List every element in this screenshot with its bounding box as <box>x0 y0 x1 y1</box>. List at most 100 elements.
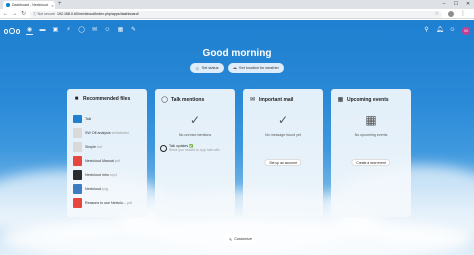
reload-icon[interactable]: ↻ <box>20 10 27 18</box>
file-name: Nextcloud Manual <box>85 159 114 163</box>
dashboard-panels: ■ Recommended files Talk SW Off analysis… <box>67 89 411 217</box>
file-ext: .png <box>100 187 108 191</box>
status-icon: ☺ <box>195 65 200 71</box>
browser-tab[interactable]: Dashboard - Nextcloud × <box>3 1 55 9</box>
contacts-menu-icon[interactable]: ☺ <box>449 26 456 35</box>
file-ext: .md <box>96 145 102 149</box>
panel-title: Talk mentions <box>171 96 205 103</box>
minimize-button[interactable]: – <box>438 0 450 9</box>
video-thumb-icon <box>73 170 82 180</box>
checkmark-icon: ✓ <box>189 113 201 127</box>
file-name: Simple <box>85 145 96 149</box>
new-tab-button[interactable]: + <box>58 1 62 8</box>
maximize-button[interactable]: ☐ <box>450 0 462 9</box>
app-menu: ◉ ▬ ▣ ⚡ ◯ ✉ ☺ ▦ ✎ <box>26 26 137 35</box>
activity-icon[interactable]: ⚡ <box>65 26 72 35</box>
empty-message: No upcoming events <box>354 133 388 137</box>
header-right: ⚲ 🔔︎ ☺ M <box>423 26 470 35</box>
upcoming-events-panel: ▦ Upcoming events ▦ No upcoming events C… <box>331 89 411 217</box>
folder-thumb-icon <box>73 115 82 123</box>
pdf-thumb-icon <box>73 198 82 208</box>
set-location-button[interactable]: ☁ Set location for weather <box>227 63 284 73</box>
calendar-icon[interactable]: ▦ <box>117 26 124 35</box>
contacts-icon[interactable]: ☺ <box>104 26 111 35</box>
back-icon[interactable]: ← <box>2 10 9 18</box>
nextcloud-logo-icon[interactable] <box>4 27 21 35</box>
photos-icon[interactable]: ▣ <box>52 26 59 35</box>
talk-icon: ◯ <box>161 97 168 103</box>
user-avatar[interactable]: M <box>462 26 470 35</box>
weather-icon: ☁ <box>232 65 238 70</box>
recommended-files-panel: ■ Recommended files Talk SW Off analysis… <box>67 89 147 217</box>
calendar-icon: ▦ <box>337 97 344 103</box>
talk-icon[interactable]: ◯ <box>78 26 85 35</box>
document-thumb-icon <box>73 142 82 152</box>
dashboard-background: ◉ ▬ ▣ ⚡ ◯ ✉ ☺ ▦ ✎ ⚲ 🔔︎ ☺ M Good morning … <box>0 20 474 255</box>
files-icon[interactable]: ▬ <box>39 26 46 35</box>
mention-subtitle: Since you moved to a pp talk with <box>169 148 220 153</box>
file-name: Talk <box>85 117 92 121</box>
panel-title: Recommended files <box>83 96 131 102</box>
url-text[interactable]: 192.168.0.60/nextcloud/index.php/apps/da… <box>57 12 139 16</box>
app-header: ◉ ▬ ▣ ⚡ ◯ ✉ ☺ ▦ ✎ ⚲ 🔔︎ ☺ M <box>0 20 474 42</box>
pencil-icon: ✎ <box>229 237 233 242</box>
not-secure-label[interactable]: ⓘ Not secure <box>33 12 55 17</box>
set-status-button[interactable]: ☺ Set status <box>190 63 224 73</box>
file-name: Nextcloud intro <box>85 173 109 177</box>
file-ext: .pdf <box>113 159 120 163</box>
forward-icon[interactable]: → <box>11 10 18 18</box>
set-status-label: Set status <box>201 66 219 70</box>
file-item[interactable]: Talk <box>73 112 145 126</box>
file-item[interactable]: Nextcloud intro.mp4 <box>73 168 145 182</box>
file-name: SW Off analysis <box>85 131 111 135</box>
browser-menu-icon[interactable]: ⋮ <box>460 10 466 18</box>
file-item[interactable]: Nextcloud.png <box>73 182 145 196</box>
bookmark-star-icon[interactable]: ☆ <box>435 11 439 18</box>
conversation-avatar-icon <box>160 144 167 152</box>
window-close-button[interactable]: ✕ <box>462 0 474 9</box>
document-thumb-icon <box>73 128 82 138</box>
file-item[interactable]: Simple.md <box>73 140 145 154</box>
notes-icon[interactable]: ✎ <box>130 26 137 35</box>
setup-account-button[interactable]: Set up an account <box>264 159 302 166</box>
tab-close-icon[interactable]: × <box>50 3 55 8</box>
file-name: Reasons to use Nextclo... <box>85 201 126 205</box>
set-location-label: Set location for weather <box>239 66 279 70</box>
customize-button[interactable]: ✎ Customize <box>224 234 258 244</box>
folder-icon: ■ <box>74 96 79 102</box>
mail-icon: ✉ <box>249 97 256 103</box>
mail-icon[interactable]: ✉ <box>91 26 98 35</box>
url-field[interactable]: ⓘ Not secure 192.168.0.60/nextcloud/inde… <box>30 10 442 18</box>
empty-message: No message found yet <box>265 133 301 137</box>
file-list: Talk SW Off analysis shitlabeled Simple.… <box>73 112 145 210</box>
file-ext: .pdf <box>125 201 132 205</box>
file-item[interactable]: SW Off analysis shitlabeled <box>73 126 145 140</box>
status-buttons: ☺ Set status ☁ Set location for weather <box>0 63 474 73</box>
calendar-empty-icon: ▦ <box>365 113 377 127</box>
panel-title: Upcoming events <box>347 96 389 103</box>
tab-title: Dashboard - Nextcloud <box>12 3 48 7</box>
greeting-title: Good morning <box>202 48 272 59</box>
panel-title: Important mail <box>259 96 294 103</box>
nextcloud-favicon-icon <box>6 3 10 7</box>
file-item[interactable]: Nextcloud Manual.pdf <box>73 154 145 168</box>
customize-label: Customize <box>234 237 253 241</box>
mention-item[interactable]: Talk updates ✅ Since you moved to a pp t… <box>160 144 232 153</box>
browser-address-bar: ← → ↻ ⓘ Not secure 192.168.0.60/nextclou… <box>0 9 474 19</box>
empty-message: No unread mentions <box>178 133 212 137</box>
image-thumb-icon <box>73 184 82 194</box>
create-event-button[interactable]: Create a new event <box>351 159 391 166</box>
search-icon[interactable]: ⚲ <box>423 26 430 35</box>
file-item[interactable]: Reasons to use Nextclo....pdf <box>73 196 145 210</box>
file-ext: shitlabeled <box>110 131 129 135</box>
talk-mentions-panel: ◯ Talk mentions ✓ No unread mentions Tal… <box>155 89 235 217</box>
file-name: Nextcloud <box>85 187 101 191</box>
checkmark-icon: ✓ <box>277 113 289 127</box>
file-ext: .mp4 <box>108 173 117 177</box>
dashboard-icon[interactable]: ◉ <box>26 26 33 35</box>
browser-tab-bar: Dashboard - Nextcloud × + – ☐ ✕ <box>0 0 474 9</box>
important-mail-panel: ✉ Important mail ✓ No message found yet … <box>243 89 323 217</box>
pdf-thumb-icon <box>73 156 82 166</box>
notifications-icon[interactable]: 🔔︎ <box>436 26 444 35</box>
browser-profile-icon[interactable] <box>448 11 454 17</box>
